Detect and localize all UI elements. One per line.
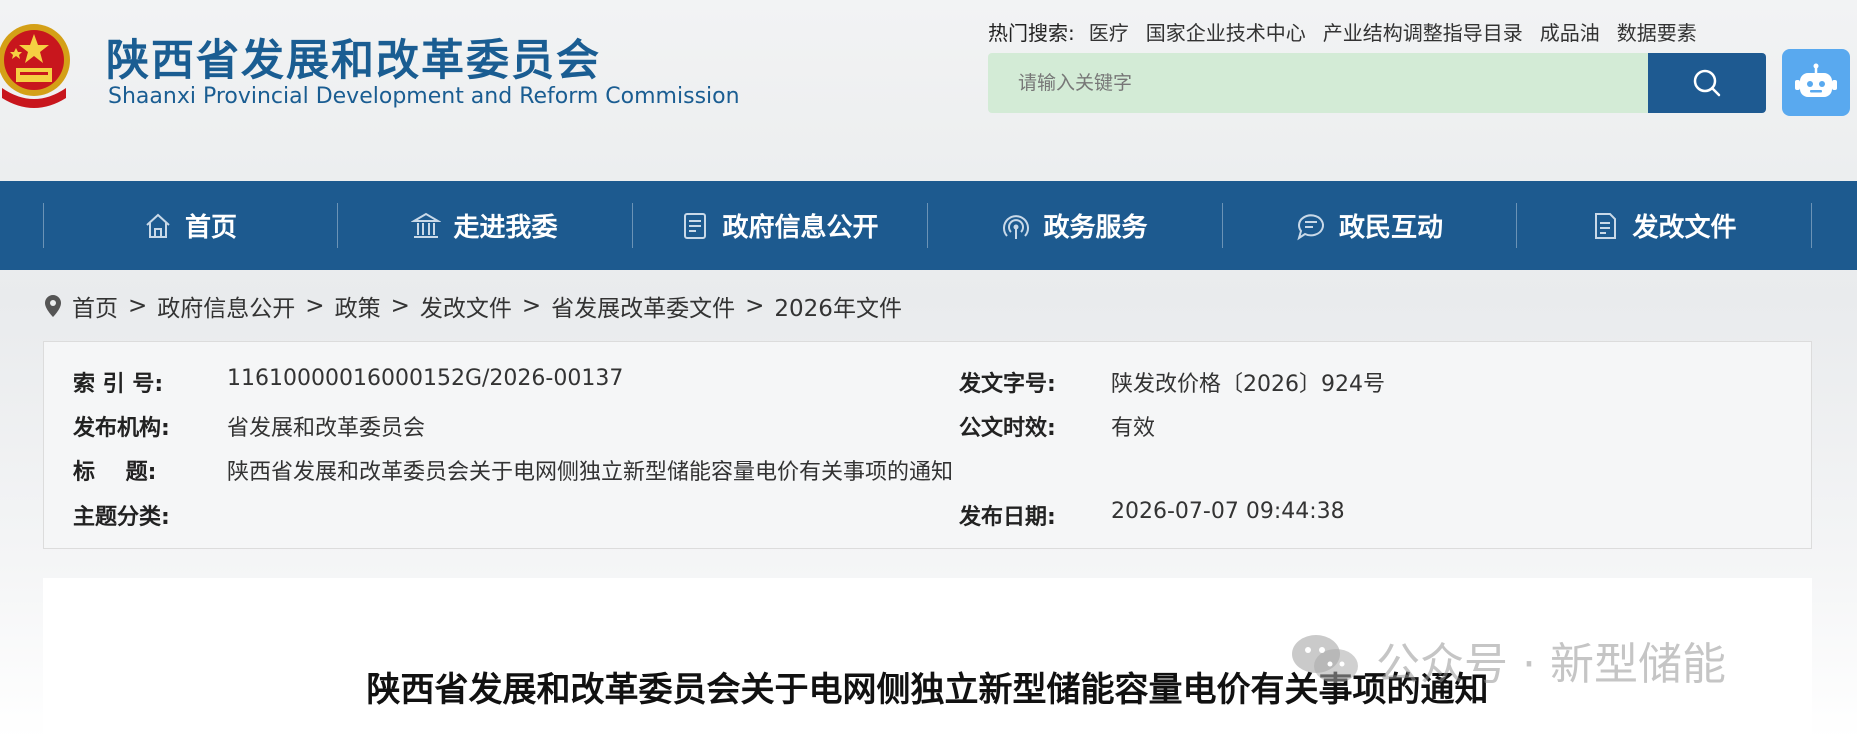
breadcrumb: 首页 > 政府信息公开 > 政策 > 发改文件 > 省发展改革委文件 > 202… xyxy=(44,288,902,324)
nav-divider xyxy=(1811,203,1812,248)
search-box xyxy=(988,53,1648,113)
site-header: 陕西省发展和改革委员会 Shaanxi Provincial Developme… xyxy=(0,0,1857,181)
nav-item-interaction[interactable]: 政民互动 xyxy=(1222,181,1516,270)
chat-icon xyxy=(1297,213,1324,240)
document-icon xyxy=(684,212,707,239)
nav-item-about[interactable]: 走进我委 xyxy=(337,181,632,270)
breadcrumb-home[interactable]: 首页 xyxy=(72,289,118,323)
index-number-value: 11610000016000152G/2026-00137 xyxy=(227,366,624,391)
breadcrumb-info-disclosure[interactable]: 政府信息公开 xyxy=(157,289,295,323)
index-number-label: 索 引 号: xyxy=(73,372,164,397)
wechat-icon xyxy=(1292,635,1358,683)
breadcrumb-separator: > xyxy=(390,293,410,319)
breadcrumb-documents[interactable]: 发改文件 xyxy=(420,289,512,323)
validity-label: 公文时效: xyxy=(959,416,1056,441)
site-title-en[interactable]: Shaanxi Provincial Development and Refor… xyxy=(108,84,740,109)
issuer-label: 发布机构: xyxy=(73,416,170,441)
breadcrumb-separator: > xyxy=(128,293,148,319)
validity-value: 有效 xyxy=(1111,416,1156,441)
ai-assistant-button[interactable] xyxy=(1782,49,1850,116)
hot-search-item-tech-center[interactable]: 国家企业技术中心 xyxy=(1146,17,1306,46)
file-icon xyxy=(1595,212,1617,239)
breadcrumb-2026-docs[interactable]: 2026年文件 xyxy=(774,289,902,323)
breadcrumb-commission-docs[interactable]: 省发展改革委文件 xyxy=(551,289,735,323)
hot-search-bar: 热门搜索: 医疗 国家企业技术中心 产业结构调整指导目录 成品油 数据要素 xyxy=(988,16,1697,46)
topic-label: 主题分类: xyxy=(73,505,170,530)
home-icon xyxy=(146,213,170,238)
issuer-value: 省发展和改革委员会 xyxy=(227,416,426,441)
robot-icon xyxy=(1795,63,1837,97)
title-label: 标 题: xyxy=(73,460,157,485)
nav-item-documents[interactable]: 发改文件 xyxy=(1516,181,1811,270)
watermark-text: 公众号 · 新型储能 xyxy=(1376,639,1726,690)
hot-search-item-data[interactable]: 数据要素 xyxy=(1617,17,1697,46)
signal-icon xyxy=(1003,214,1030,239)
site-title-cn[interactable]: 陕西省发展和改革委员会 xyxy=(106,26,601,88)
watermark: 公众号 · 新型储能 xyxy=(1290,630,1726,690)
nav-item-label: 发改文件 xyxy=(1632,213,1737,243)
nav-item-label: 政务服务 xyxy=(1043,213,1148,243)
publish-date-label: 发布日期: xyxy=(959,505,1056,530)
document-info-table: 索 引 号: 11610000016000152G/2026-00137 发文字… xyxy=(43,341,1812,549)
breadcrumb-policy[interactable]: 政策 xyxy=(335,289,381,323)
search-button[interactable] xyxy=(1648,53,1766,113)
title-value: 陕西省发展和改革委员会关于电网侧独立新型储能容量电价有关事项的通知 xyxy=(227,460,954,485)
building-icon xyxy=(411,212,442,238)
search-input[interactable] xyxy=(988,53,1648,113)
hot-search-item-medical[interactable]: 医疗 xyxy=(1089,17,1129,46)
publish-date-value: 2026-07-07 09:44:38 xyxy=(1111,499,1345,524)
nav-item-label: 政府信息公开 xyxy=(722,213,879,243)
nav-item-info-disclosure[interactable]: 政府信息公开 xyxy=(632,181,927,270)
nav-item-label: 走进我委 xyxy=(453,213,558,243)
nav-item-home[interactable]: 首页 xyxy=(43,181,337,270)
search-icon xyxy=(1693,69,1721,97)
doc-number-label: 发文字号: xyxy=(959,372,1056,397)
location-pin-icon xyxy=(45,295,61,317)
breadcrumb-separator: > xyxy=(305,293,325,319)
nav-item-label: 政民互动 xyxy=(1338,213,1443,243)
doc-number-value: 陕发改价格〔2026〕924号 xyxy=(1111,372,1385,397)
nav-item-gov-services[interactable]: 政务服务 xyxy=(927,181,1222,270)
breadcrumb-separator: > xyxy=(745,293,765,319)
main-navigation: 首页 走进我委 政府信息公开 政务服务 政民互动 发改文件 xyxy=(0,181,1857,270)
hot-search-item-industry-catalog[interactable]: 产业结构调整指导目录 xyxy=(1323,17,1523,46)
hot-search-label: 热门搜索: xyxy=(988,20,1075,45)
nav-item-label: 首页 xyxy=(184,213,237,243)
national-emblem-icon[interactable] xyxy=(0,18,74,112)
breadcrumb-separator: > xyxy=(521,293,542,319)
hot-search-item-oil[interactable]: 成品油 xyxy=(1540,17,1600,46)
